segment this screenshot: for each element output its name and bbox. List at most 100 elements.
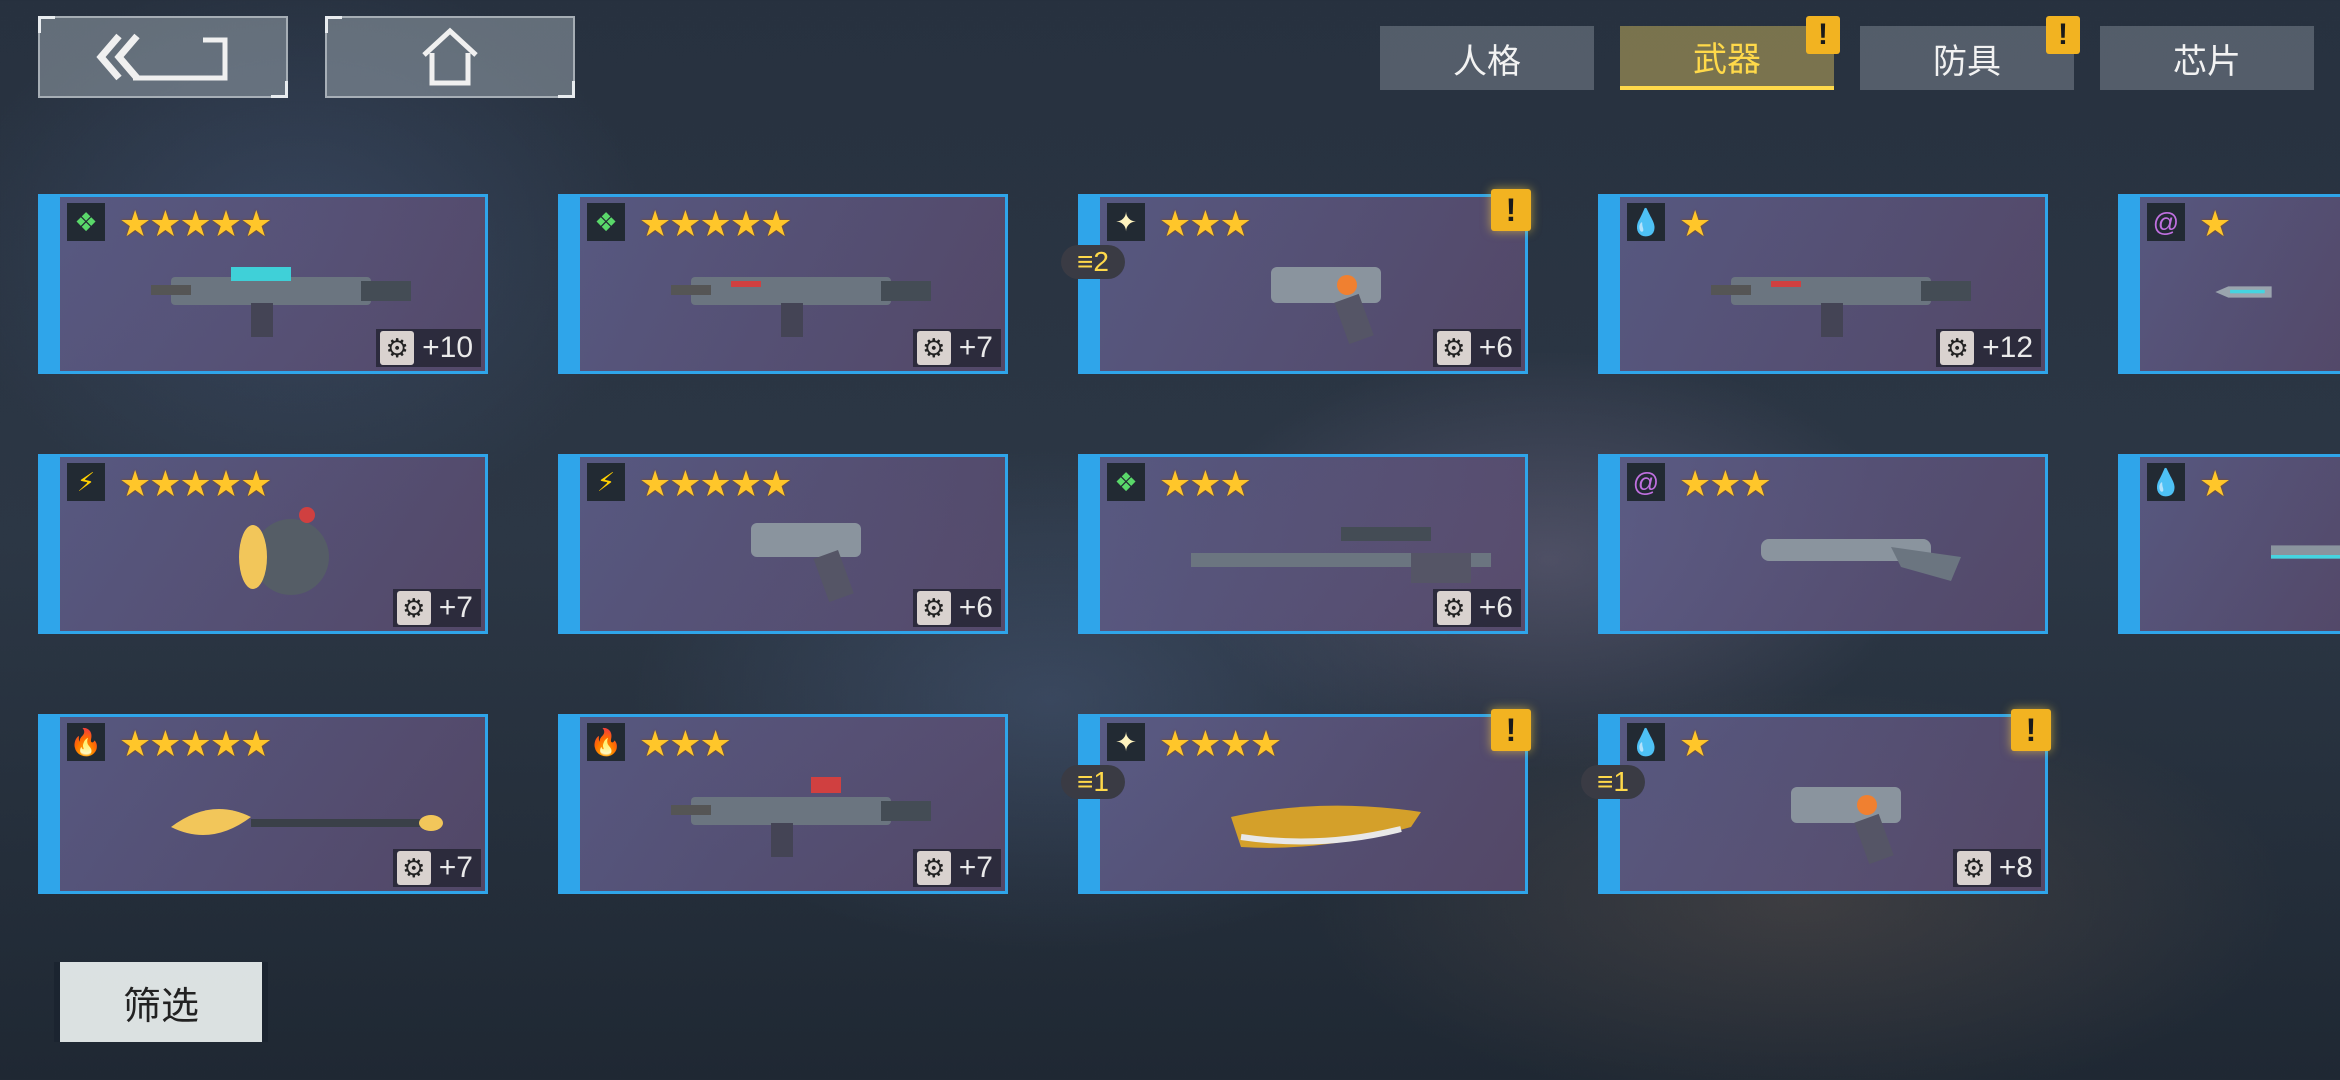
weapon-card[interactable]: 💧 ★ [2118,454,2340,634]
level-text: +12 [1982,331,2033,364]
copies-badge: ≡1 [1061,765,1125,799]
gear-icon: ⚙ [916,591,951,625]
blade-icon [2215,286,2272,298]
weapon-card[interactable]: ✦ ★★★ ≡2 ⚙ +6 ! [1061,189,1531,374]
assault-rifle-icon [671,277,931,337]
card-stripe [558,194,580,374]
element-icon: 💧 [2147,463,2185,501]
weapon-card[interactable]: 🔥 ★★★ ⚙ +7 [558,714,1008,894]
pistol-icon [1271,267,1381,345]
alert-badge: ! [1491,189,1531,231]
card-stripe [1598,194,1620,374]
element-icon: ⚡ [587,463,625,501]
card-stripe [1598,454,1620,634]
weapon-card[interactable]: @ ★ [2118,194,2340,374]
upgrade-level: ⚙ +10 [376,329,481,367]
upgrade-level: ⚙ +12 [1936,329,2041,367]
card-stripe [38,454,60,634]
element-icon: ⚡ [67,463,105,501]
upgrade-level: ⚙ +7 [912,849,1001,887]
gear-icon: ⚙ [1940,331,1975,365]
card-stripe [1078,454,1100,634]
pistol-icon [751,523,861,603]
level-text: +7 [438,591,473,624]
card-stripe [1078,194,1100,374]
copies-badge: ≡2 [1061,245,1125,279]
element-icon: @ [1627,463,1665,501]
tab-armor[interactable]: 防具 ! [1860,16,2080,90]
tab-label: 人格 [1453,42,1521,81]
alert-badge: ! [2046,16,2080,54]
gear-icon: ⚙ [916,851,951,885]
element-icon: ❖ [67,203,105,241]
pistol-icon [1791,787,1901,865]
upgrade-level: ⚙ +8 [1952,849,2041,887]
alert-badge: ! [2011,709,2051,751]
upgrade-level: ⚙ +7 [392,589,481,627]
golden-blade-icon [1231,805,1421,848]
element-icon: 💧 [1627,723,1665,761]
level-text: +8 [1998,851,2033,884]
weapon-card[interactable]: @ ★★★ [1598,454,2048,634]
weapon-card[interactable]: ❖ ★★★★★ ⚙ +7 [558,194,1008,374]
weapon-card[interactable]: 🔥 ★★★★★ ⚙ +7 [38,714,488,894]
weapon-card[interactable]: 💧 ★ ≡1 ⚙ +8 ! [1581,709,2051,894]
level-text: +6 [1478,331,1513,364]
back-button[interactable] [38,16,288,98]
weapon-card[interactable]: ❖ ★★★★★ ⚙ +10 [38,194,488,374]
gear-icon: ⚙ [396,591,431,625]
element-icon: 💧 [1627,203,1665,241]
level-text: +7 [958,331,993,364]
card-stripe [1598,714,1620,894]
filter-button[interactable]: 筛选 [54,962,268,1042]
card-stripe [38,714,60,894]
filter-label: 筛选 [122,985,199,1028]
copies-badge: ≡1 [1581,765,1645,799]
weapon-card[interactable]: ❖ ★★★ ⚙ +6 [1078,454,1528,634]
gear-icon: ⚙ [396,851,431,885]
weapon-card[interactable]: ✦ ★★★★ ≡1 ! [1061,709,1531,894]
element-icon: ❖ [587,203,625,241]
upgrade-level: ⚙ +6 [1432,589,1521,627]
element-icon: ✦ [1107,723,1145,761]
upgrade-level: ⚙ +6 [1432,329,1521,367]
element-icon: 🔥 [587,723,625,761]
shotgun-icon [1761,539,1961,581]
weapon-card[interactable]: ⚡ ★★★★★ ⚙ +6 [558,454,1008,634]
bomb-launcher-icon [239,507,329,595]
weapon-card[interactable]: 💧 ★ ⚙ +12 [1598,194,2048,374]
tab-chips[interactable]: 芯片 [2100,26,2314,90]
card-stripe [2118,454,2140,634]
level-text: +6 [1478,591,1513,624]
element-icon: ✦ [1107,203,1145,241]
upgrade-level: ⚙ +7 [912,329,1001,367]
card-stripe [38,194,60,374]
home-button[interactable] [325,16,575,98]
tab-weapons[interactable]: 武器 ! [1620,16,1840,90]
weapon-card[interactable]: ⚡ ★★★★★ ⚙ +7 [38,454,488,634]
upgrade-level: ⚙ +7 [392,849,481,887]
gear-icon: ⚙ [380,331,415,365]
level-text: +7 [438,851,473,884]
element-icon: ❖ [1107,463,1145,501]
card-stripe [2118,194,2140,374]
home-icon [422,27,478,86]
alert-badge: ! [1491,709,1531,751]
tab-label: 芯片 [2173,42,2241,81]
card-stripe [1078,714,1100,894]
card-stripe [558,714,580,894]
alert-badge: ! [1806,16,1840,54]
assault-rifle-icon [671,777,931,857]
level-text: +6 [958,591,993,624]
tab-label: 防具 [1933,42,2001,81]
launcher-icon [2271,545,2340,559]
gear-icon: ⚙ [1436,591,1471,625]
level-text: +10 [422,331,473,364]
card-stripe [558,454,580,634]
gear-icon: ⚙ [1956,851,1991,885]
gear-icon: ⚙ [916,331,951,365]
tab-persona[interactable]: 人格 [1380,26,1594,90]
gear-icon: ⚙ [1436,331,1471,365]
upgrade-level: ⚙ +6 [912,589,1001,627]
element-icon: 🔥 [67,723,105,761]
